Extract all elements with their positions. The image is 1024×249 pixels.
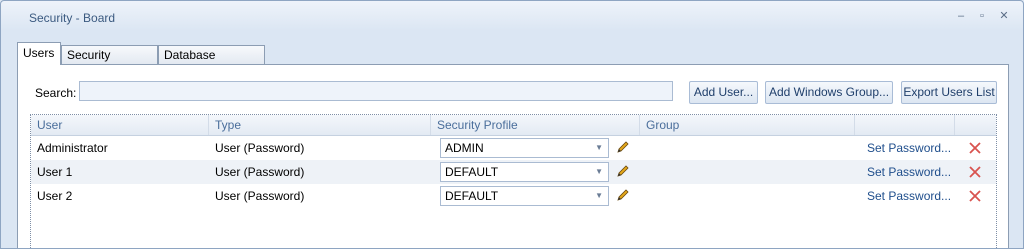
security-profile-value: DEFAULT [445, 189, 499, 203]
user-group [640, 184, 646, 208]
tab-database-security[interactable]: Database Security [158, 45, 265, 81]
chevron-down-icon: ▼ [595, 167, 603, 176]
user-group [640, 136, 646, 160]
delete-x-icon[interactable] [968, 165, 982, 179]
add-windows-group-button[interactable]: Add Windows Group... [765, 81, 893, 104]
delete-x-icon[interactable] [968, 141, 982, 155]
user-type: User (Password) [215, 189, 305, 203]
set-password-link[interactable]: Set Password... [867, 160, 951, 184]
set-password-link[interactable]: Set Password... [867, 136, 951, 160]
column-header-action [855, 115, 955, 135]
pencil-icon[interactable] [615, 163, 631, 179]
user-group [640, 160, 646, 184]
column-header-group[interactable]: Group [640, 115, 855, 135]
grid-header: User Type Security Profile Group [31, 115, 996, 136]
user-type: User (Password) [215, 141, 305, 155]
column-header-security-profile[interactable]: Security Profile [431, 115, 640, 135]
minimize-button[interactable]: – [954, 10, 968, 22]
security-profile-select[interactable]: ADMIN ▼ [440, 138, 609, 158]
search-input[interactable] [79, 81, 673, 101]
security-profile-select[interactable]: DEFAULT ▼ [440, 162, 609, 182]
maximize-button[interactable]: ▫ [975, 10, 989, 22]
pencil-icon[interactable] [615, 187, 631, 203]
chevron-down-icon: ▼ [595, 191, 603, 200]
column-header-type[interactable]: Type [209, 115, 431, 135]
pencil-icon[interactable] [615, 139, 631, 155]
table-row[interactable]: User 2 User (Password) DEFAULT ▼ Set Pas… [31, 184, 996, 208]
export-users-list-button[interactable]: Export Users List [901, 81, 997, 104]
column-header-delete [955, 115, 996, 135]
set-password-link[interactable]: Set Password... [867, 184, 951, 208]
close-button[interactable]: ✕ [997, 10, 1011, 22]
user-name: Administrator [37, 141, 108, 155]
security-profile-select[interactable]: DEFAULT ▼ [440, 186, 609, 206]
users-grid: User Type Security Profile Group Adminis… [30, 114, 997, 248]
chevron-down-icon: ▼ [595, 143, 603, 152]
user-name: User 1 [37, 165, 73, 179]
security-profile-value: ADMIN [445, 141, 484, 155]
delete-x-icon[interactable] [968, 189, 982, 203]
security-profile-value: DEFAULT [445, 165, 499, 179]
tab-security-profiles[interactable]: Security Profiles [61, 45, 158, 81]
search-label: Search: [35, 86, 77, 100]
table-row[interactable]: Administrator User (Password) ADMIN ▼ Se… [31, 136, 996, 160]
add-user-button[interactable]: Add User... [689, 81, 758, 104]
users-panel: Search: Add User... Add Windows Group...… [17, 64, 1009, 248]
tab-users[interactable]: Users [17, 42, 61, 65]
column-header-user[interactable]: User [31, 115, 209, 135]
window-title: Security - Board [29, 11, 116, 25]
title-bar: Security - Board – ▫ ✕ [1, 1, 1023, 33]
table-row[interactable]: User 1 User (Password) DEFAULT ▼ Set Pas… [31, 160, 996, 184]
security-window: Security - Board – ▫ ✕ Users Security Pr… [0, 0, 1024, 249]
user-type: User (Password) [215, 165, 305, 179]
user-name: User 2 [37, 189, 73, 203]
